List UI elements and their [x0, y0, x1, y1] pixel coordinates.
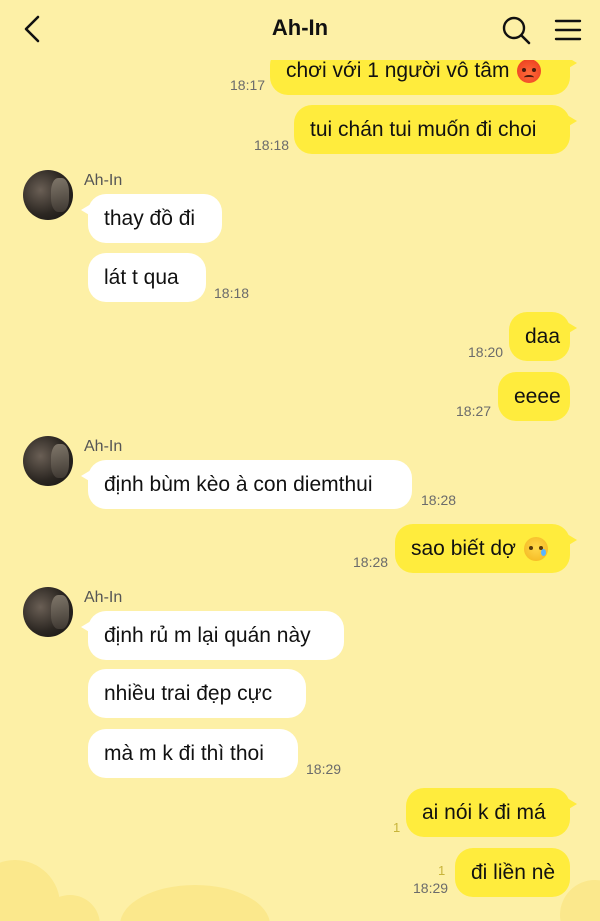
message-text: daa: [525, 324, 561, 348]
crying-smile-icon: [523, 536, 548, 561]
message-time: 18:29: [306, 761, 342, 777]
outgoing-message[interactable]: eeee: [498, 372, 570, 421]
incoming-message[interactable]: lát t qua: [88, 253, 206, 302]
outgoing-message[interactable]: tui chán tui muốn đi choi: [294, 105, 577, 154]
incoming-message[interactable]: mà m k đi thì thoi: [88, 729, 298, 778]
menu-icon: [554, 19, 582, 41]
message-text: nhiều trai đẹp cực: [104, 681, 273, 705]
angry-face-icon: [517, 59, 542, 83]
unread-count: 1: [393, 820, 401, 835]
message-text: ai nói k đi má: [422, 800, 546, 824]
background-decoration: [120, 885, 270, 921]
message-time: 18:20: [468, 344, 504, 360]
message-text: eeee: [514, 384, 561, 408]
outgoing-message[interactable]: daa: [509, 312, 577, 361]
sender-name: Ah-In: [84, 172, 123, 189]
outgoing-message[interactable]: đi liền nè: [455, 848, 570, 897]
menu-button[interactable]: [550, 12, 586, 48]
message-text: đi liền nè: [471, 860, 556, 884]
incoming-message[interactable]: nhiều trai đẹp cực: [88, 669, 306, 718]
contact-avatar[interactable]: [23, 587, 73, 637]
message-time: 18:29: [413, 880, 449, 896]
message-time: 18:17: [230, 77, 266, 93]
message-text: định rủ m lại quán này: [104, 623, 311, 647]
sender-name: Ah-In: [84, 589, 123, 606]
message-text: lát t qua: [104, 265, 179, 289]
chat-screen: Ah-In chơi với 1 người vô tâm 18:17 tui …: [0, 0, 600, 921]
message-time: 18:28: [421, 492, 457, 508]
contact-avatar[interactable]: [23, 170, 73, 220]
message-time: 18:28: [353, 554, 389, 570]
incoming-message[interactable]: định rủ m lại quán này: [81, 611, 344, 660]
outgoing-message[interactable]: ai nói k đi má: [406, 788, 577, 837]
chat-header: Ah-In: [0, 0, 600, 60]
message-time: 18:27: [456, 403, 492, 419]
message-text: định bùm kèo à con diemthui: [104, 472, 373, 496]
sender-name: Ah-In: [84, 438, 123, 455]
message-time: 18:18: [214, 285, 250, 301]
message-text: sao biết dợ: [411, 536, 516, 560]
message-text: chơi với 1 người vô tâm: [286, 59, 510, 82]
message-time: 18:18: [254, 137, 290, 153]
incoming-message[interactable]: định bùm kèo à con diemthui: [81, 460, 412, 509]
contact-avatar[interactable]: [23, 436, 73, 486]
incoming-message[interactable]: thay đồ đi: [81, 194, 222, 243]
message-text: thay đồ đi: [104, 206, 196, 230]
unread-count: 1: [438, 863, 446, 878]
message-text: tui chán tui muốn đi choi: [310, 117, 537, 141]
search-button[interactable]: [498, 12, 534, 48]
message-text: mà m k đi thì thoi: [104, 741, 264, 765]
search-icon: [502, 16, 531, 45]
outgoing-message[interactable]: sao biết dợ: [395, 524, 577, 573]
